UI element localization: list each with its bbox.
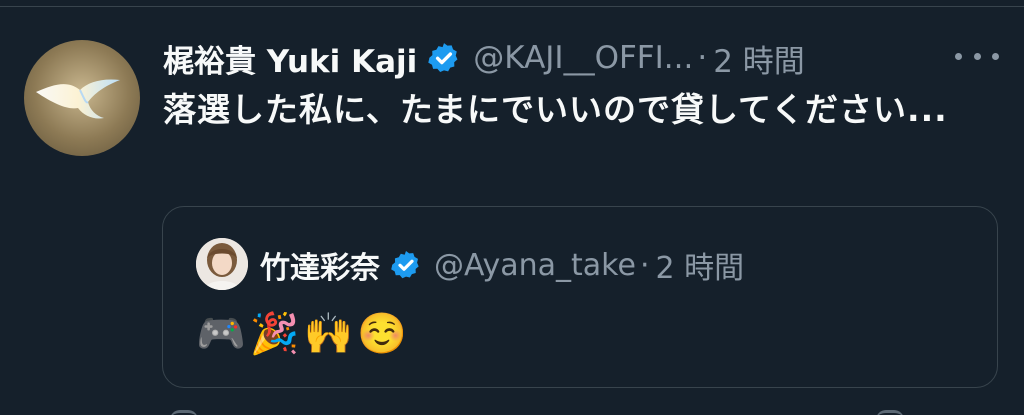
quoted-tweet-text: 🎮🎉🙌☺️ bbox=[196, 311, 412, 357]
quoted-author-avatar[interactable] bbox=[196, 238, 248, 290]
quoted-author-handle[interactable]: @Ayana_take bbox=[434, 248, 636, 283]
tweet-timestamp[interactable]: 2 時間 bbox=[713, 36, 805, 81]
tweet-view: 梶裕貴 Yuki Kaji @KAJI__OFFI... · 2 時間 落選した… bbox=[0, 0, 1024, 415]
quoted-author-display-name[interactable]: 竹達彩奈 bbox=[260, 243, 380, 287]
author-avatar[interactable] bbox=[24, 40, 140, 156]
top-divider bbox=[0, 0, 1024, 7]
verified-badge-icon bbox=[427, 41, 461, 75]
more-dot bbox=[955, 52, 962, 60]
separator-dot: · bbox=[639, 247, 650, 283]
share-icon[interactable] bbox=[876, 410, 904, 415]
quoted-tweet-header: 竹達彩奈 @Ayana_take · 2 時間 bbox=[260, 243, 744, 287]
action-bar-partial bbox=[0, 404, 1024, 415]
reply-icon[interactable] bbox=[170, 410, 198, 415]
author-display-name[interactable]: 梶裕貴 Yuki Kaji bbox=[163, 36, 417, 81]
more-dot bbox=[973, 52, 981, 60]
quoted-tweet-timestamp[interactable]: 2 時間 bbox=[655, 243, 744, 287]
quoted-tweet-card[interactable]: 竹達彩奈 @Ayana_take · 2 時間 🎮🎉🙌☺️ bbox=[162, 206, 998, 388]
more-dot bbox=[992, 52, 999, 60]
author-handle[interactable]: @KAJI__OFFI... bbox=[473, 40, 693, 76]
tweet-header: 梶裕貴 Yuki Kaji @KAJI__OFFI... · 2 時間 bbox=[163, 34, 805, 82]
separator-dot: · bbox=[697, 40, 708, 76]
portrait-image bbox=[196, 238, 248, 290]
bird-logo-image bbox=[36, 79, 120, 119]
tweet-text: 落選した私に、たまにでいいので貸してください... bbox=[163, 90, 948, 129]
verified-badge-icon bbox=[390, 249, 422, 281]
more-options-icon[interactable] bbox=[955, 44, 999, 68]
